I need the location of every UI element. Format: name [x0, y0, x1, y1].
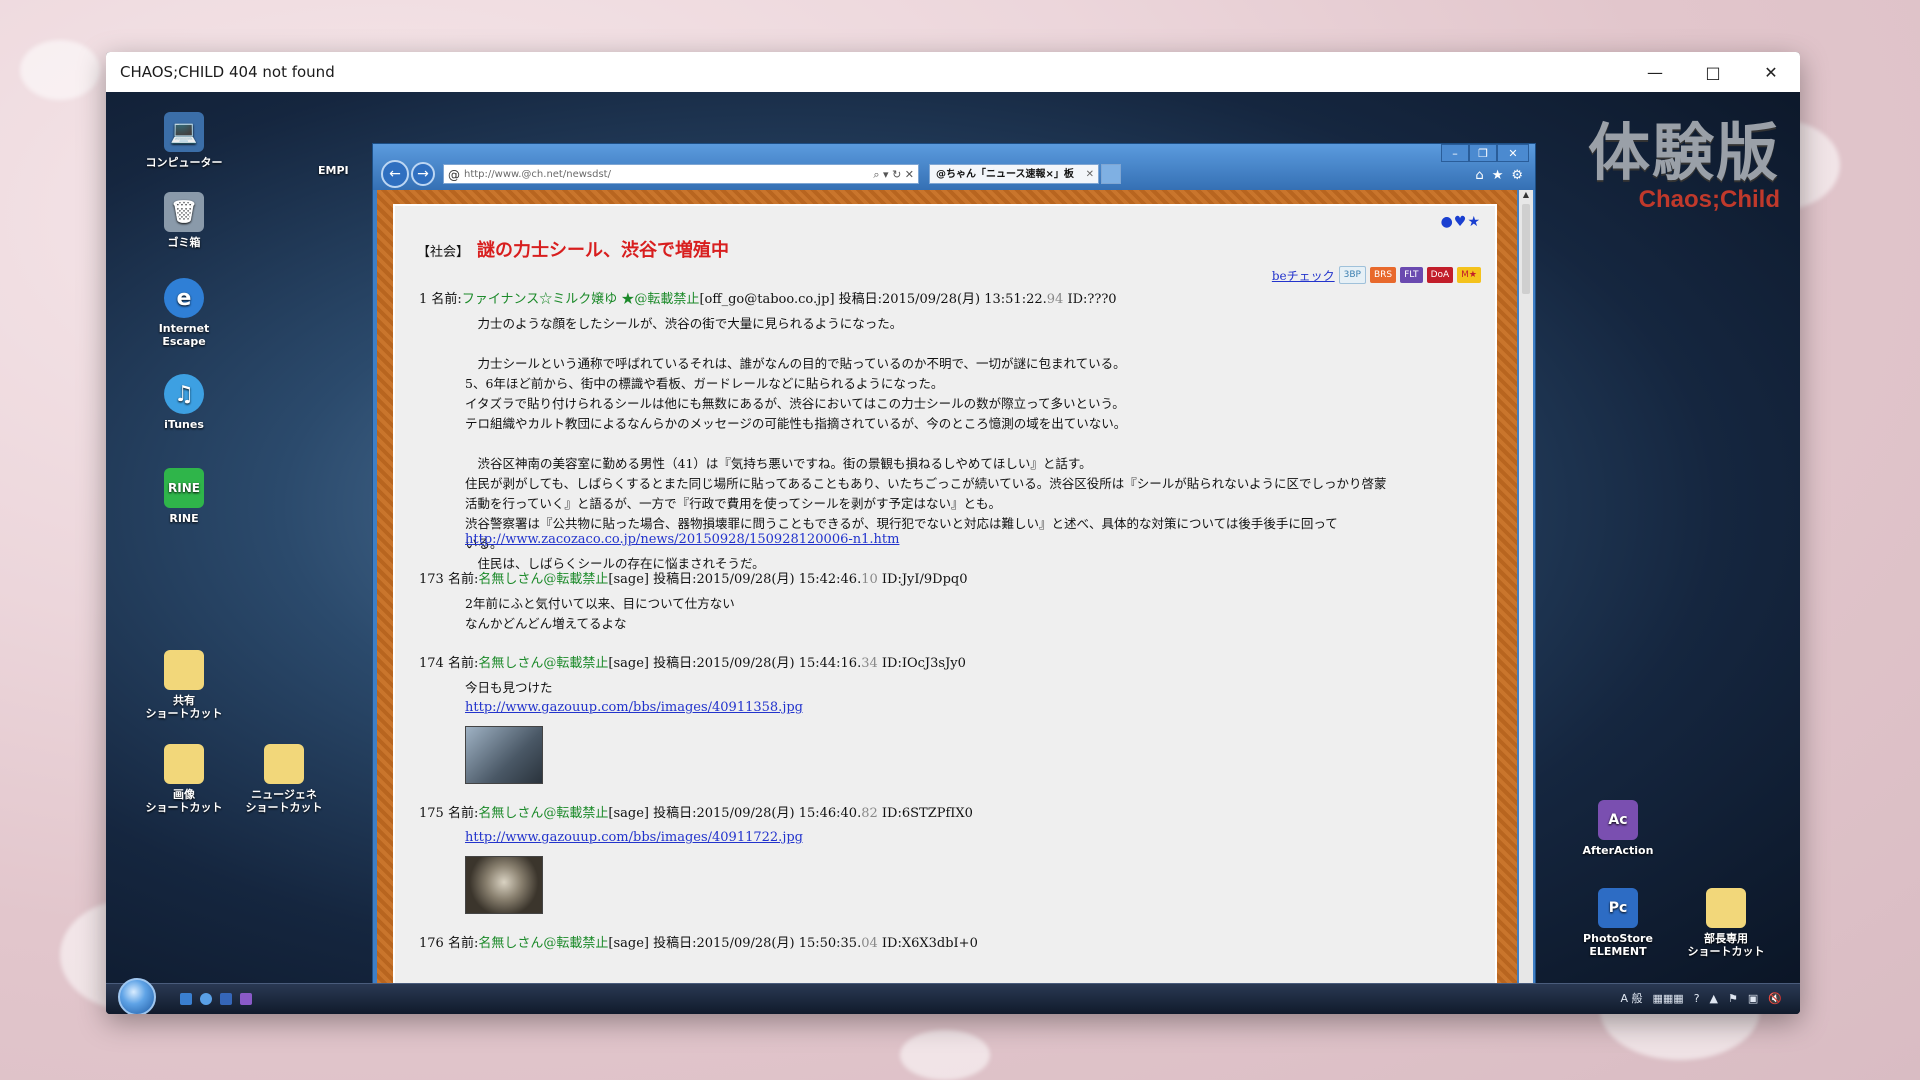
favorites-star-icon[interactable]: ★	[1492, 168, 1504, 183]
site-icon: @	[448, 168, 460, 182]
desktop-icon-computer[interactable]: 💻 コンピューター	[136, 112, 232, 169]
tray-tools-icon[interactable]: ▦▦▦	[1653, 992, 1684, 1005]
new-tab-button[interactable]	[1101, 164, 1121, 184]
computer-icon: 💻	[164, 112, 204, 152]
desktop-icon-bucho-shortcut[interactable]: 部長専用 ショートカット	[1678, 888, 1774, 958]
app-icon: Pc	[1598, 888, 1638, 928]
post-header: 173 名前:名無しさん@転載禁止[sage] 投稿日:2015/09/28(月…	[419, 572, 968, 587]
trial-watermark: 体験版 Chaos;Child	[1587, 116, 1780, 213]
be-check-bar: beチェック 3BP BRS FLT DoA M★	[1272, 266, 1481, 284]
thread-headline: 【社会】 謎の力士シール、渋谷で増殖中	[417, 240, 730, 261]
badge-3bp[interactable]: 3BP	[1338, 266, 1366, 284]
home-icon[interactable]: ⌂	[1475, 168, 1483, 183]
browser-window: ← → @ http://www.@ch.net/newsdst/ ⌕ ▾ ↻ …	[372, 143, 1536, 1014]
forward-button[interactable]: →	[411, 162, 435, 186]
desktop-icon-empi[interactable]: EMPI	[318, 164, 378, 177]
image-thumbnail[interactable]	[465, 856, 543, 914]
folder-icon	[164, 744, 204, 784]
folder-icon	[164, 650, 204, 690]
be-check-link[interactable]: beチェック	[1272, 267, 1335, 284]
window-title: CHAOS;CHILD 404 not found	[120, 63, 335, 81]
volume-muted-icon[interactable]: 🔇	[1768, 992, 1782, 1005]
taskbar-explorer-icon[interactable]	[220, 993, 232, 1005]
trash-icon: 🗑	[164, 192, 204, 232]
network-icon[interactable]: ▣	[1748, 992, 1758, 1005]
folder-icon	[264, 744, 304, 784]
desktop-icon-shared-shortcut[interactable]: 共有 ショートカット	[136, 650, 232, 720]
post-body: 今日も見つけた	[465, 680, 553, 695]
taskbar-media-icon[interactable]	[240, 993, 252, 1005]
scroll-up-icon[interactable]: ▲	[1519, 190, 1533, 202]
minimize-button[interactable]: —	[1626, 52, 1684, 92]
taskbar-app-icon[interactable]	[180, 993, 192, 1005]
thread-page: ●♥★ 【社会】 謎の力士シール、渋谷で増殖中 beチェック 3BP BRS FL…	[393, 204, 1497, 1014]
address-bar[interactable]: @ http://www.@ch.net/newsdst/ ⌕ ▾ ↻ ✕	[443, 164, 919, 184]
post-header: 175 名前:名無しさん@転載禁止[sage] 投稿日:2015/09/28(月…	[419, 806, 973, 821]
maximize-button[interactable]: □	[1684, 52, 1742, 92]
scroll-thumb[interactable]	[1522, 204, 1530, 294]
dot-heart-star-icon: ●♥★	[1440, 214, 1481, 230]
post-link[interactable]: http://www.zacozaco.co.jp/news/20150928/…	[465, 532, 899, 547]
post-header: 1 名前:ファイナンス☆ミルク嬢ゆ ★@転載禁止[off_go@taboo.co…	[419, 292, 1117, 307]
post-header: 174 名前:名無しさん@転載禁止[sage] 投稿日:2015/09/28(月…	[419, 656, 966, 671]
badge-flt[interactable]: FLT	[1400, 267, 1423, 283]
browser-icon: e	[164, 278, 204, 318]
badge-doa[interactable]: DoA	[1426, 267, 1454, 283]
post-header: 176 名前:名無しさん@転載禁止[sage] 投稿日:2015/09/28(月…	[419, 936, 978, 951]
browser-restore-button[interactable]: ❐	[1469, 144, 1497, 162]
badge-brs[interactable]: BRS	[1369, 267, 1397, 283]
ime-indicator[interactable]: A 般	[1620, 990, 1642, 1006]
desktop-icon-trash[interactable]: 🗑 ゴミ箱	[136, 192, 232, 249]
desktop-icon-newgene-shortcut[interactable]: ニュージェネ ショートカット	[236, 744, 332, 814]
taskbar: A 般 ▦▦▦ ? ▲ ⚑ ▣ 🔇	[106, 978, 1800, 1014]
back-button[interactable]: ←	[381, 160, 409, 188]
gear-icon[interactable]: ⚙	[1511, 168, 1523, 183]
desktop-icon-itunes[interactable]: ♫ iTunes	[136, 374, 232, 431]
app-icon: Ac	[1598, 800, 1638, 840]
page-scrollbar[interactable]: ▲ ▼	[1519, 190, 1533, 1014]
tab-news[interactable]: @ちゃん「ニュース速報×」板 ✕	[929, 164, 1099, 184]
desktop-icon-rine[interactable]: RINE RINE	[136, 468, 232, 525]
page-frame: ●♥★ 【社会】 謎の力士シール、渋谷で増殖中 beチェック 3BP BRS FL…	[377, 190, 1517, 1014]
address-tools-icon[interactable]: ⌕ ▾ ↻ ✕	[873, 165, 914, 185]
flag-icon[interactable]: ⚑	[1728, 992, 1738, 1005]
system-tray: A 般 ▦▦▦ ? ▲ ⚑ ▣ 🔇	[1620, 990, 1782, 1006]
music-icon: ♫	[164, 374, 204, 414]
chat-icon: RINE	[164, 468, 204, 508]
post-image-link[interactable]: http://www.gazouup.com/bbs/images/409113…	[465, 700, 803, 715]
browser-toolbar: ← → @ http://www.@ch.net/newsdst/ ⌕ ▾ ↻ …	[373, 144, 1535, 190]
desktop-icon-photostore[interactable]: Pc PhotoStore ELEMENT	[1570, 888, 1666, 958]
post-image-link[interactable]: http://www.gazouup.com/bbs/images/409117…	[465, 830, 803, 845]
help-icon[interactable]: ?	[1694, 992, 1700, 1005]
desktop-icon-internet-escape[interactable]: e Internet Escape	[136, 278, 232, 348]
folder-icon	[1706, 888, 1746, 928]
close-button[interactable]: ✕	[1742, 52, 1800, 92]
chevron-up-icon[interactable]: ▲	[1710, 992, 1718, 1005]
game-window: CHAOS;CHILD 404 not found — □ ✕ 💻 コンピュータ…	[106, 52, 1800, 1014]
browser-close-button[interactable]: ✕	[1497, 144, 1529, 162]
desktop-icon-image-shortcut[interactable]: 画像 ショートカット	[136, 744, 232, 814]
desktop-icon-afteraction[interactable]: Ac AfterAction	[1570, 800, 1666, 857]
post-body: 2年前にふと気付いて以来、目について仕方ない なんかどんどん増えてるよな	[465, 596, 735, 631]
game-desktop: 💻 コンピューター 🗑 ゴミ箱 e Internet Escape ♫ iTun…	[106, 92, 1800, 1014]
title-bar[interactable]: CHAOS;CHILD 404 not found — □ ✕	[106, 52, 1800, 92]
start-button[interactable]	[118, 978, 156, 1014]
close-tab-icon[interactable]: ✕	[1086, 165, 1094, 183]
browser-minimize-button[interactable]: –	[1441, 144, 1469, 162]
badge-m[interactable]: M★	[1457, 267, 1481, 283]
taskbar-browser-icon[interactable]	[200, 993, 212, 1005]
image-thumbnail[interactable]	[465, 726, 543, 784]
